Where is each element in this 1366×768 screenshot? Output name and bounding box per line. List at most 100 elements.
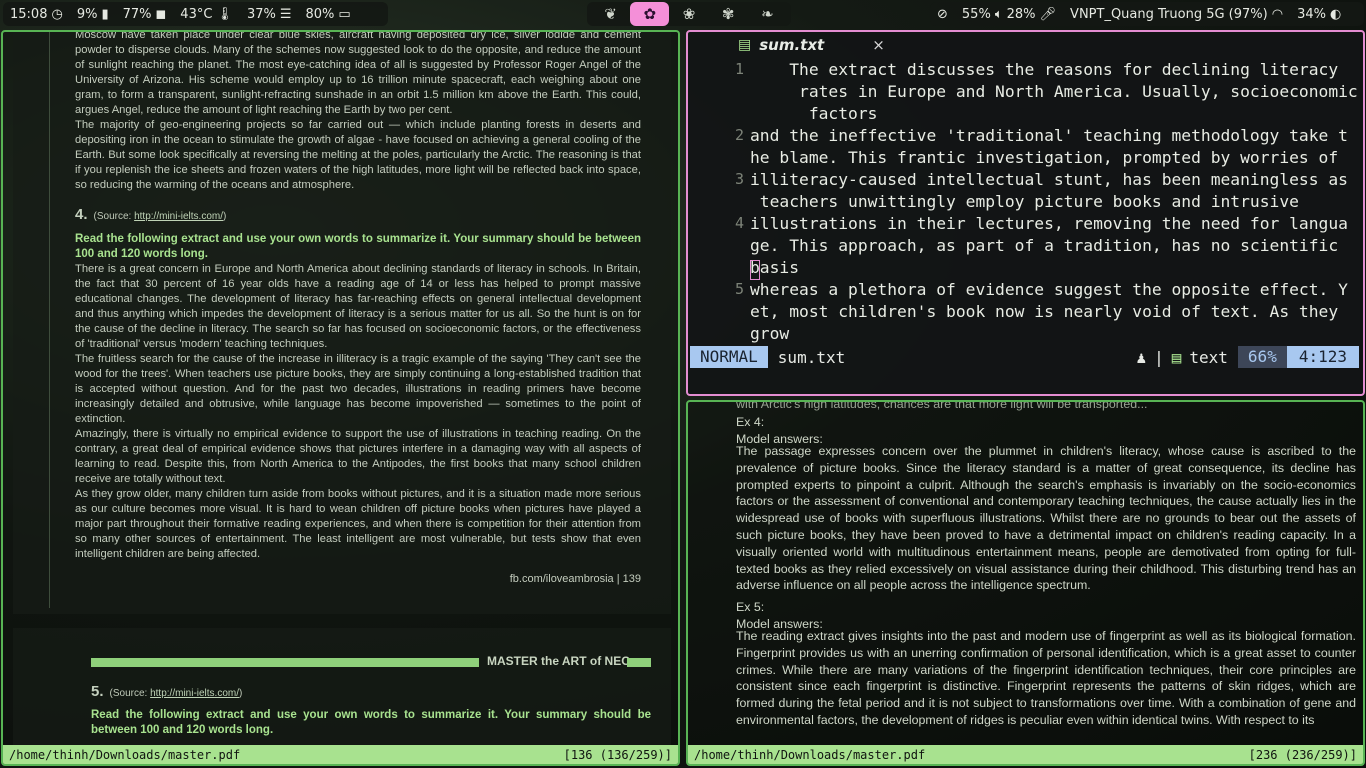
- source-label: (Source:: [109, 688, 151, 699]
- text-row: factors: [750, 104, 878, 123]
- partial-line: with Arctic's high latitudes, chances ar…: [736, 400, 1148, 411]
- page-footer: fb.com/iloveambrosia | 139: [509, 573, 641, 585]
- source-link[interactable]: http://mini-ielts.com/: [150, 688, 239, 699]
- source-label: (Source:: [93, 211, 135, 222]
- text-row: illustrations in their lectures, removin…: [750, 214, 1348, 233]
- cpu-icon: ▮: [101, 6, 109, 22]
- exercise-instruction: Read the following extract and use your …: [75, 233, 641, 260]
- wifi-widget[interactable]: VNPT_Quang Truong 5G (97%) ◠: [1070, 7, 1283, 22]
- ex5-answer: The reading extract gives insights into …: [736, 629, 1356, 727]
- text-row: whereas a plethora of evidence suggest t…: [750, 280, 1348, 299]
- exercise-number: 4.: [75, 206, 88, 223]
- text-row: he blame. This frantic investigation, pr…: [750, 148, 1339, 167]
- pdf-page-139: Moscow have taken place under clear blue…: [13, 30, 671, 614]
- wifi-icon: ◠: [1271, 6, 1284, 22]
- wifi-text: VNPT_Quang Truong 5G (97%): [1070, 6, 1268, 22]
- tray-group: ⊘ 55% 🔈︎ 28% 🎤︎ VNPT_Quang Truong 5G (97%) ◠…: [930, 2, 1364, 26]
- battery-icon: ▭: [338, 6, 351, 22]
- tab-sum-txt[interactable]: ▤ sum.txt ×: [738, 36, 885, 54]
- tab-label: sum.txt: [759, 36, 825, 54]
- brightness-icon: ◐: [1329, 6, 1342, 22]
- brightness-widget[interactable]: 34% ◐: [1297, 7, 1341, 22]
- exercise-5-heading: 5. (Source: http://mini-ielts.com/): [91, 684, 242, 701]
- memory-widget[interactable]: 77% ◼: [123, 7, 167, 22]
- page-header: MASTER the ART of NEC: [487, 654, 630, 668]
- text-row: illiteracy-caused intellectual stunt, ha…: [750, 170, 1348, 189]
- text-row: et, most children's book now is nearly v…: [750, 302, 1339, 321]
- temperature-text: 43°C: [180, 6, 213, 22]
- mic-text: 28%: [1006, 6, 1036, 22]
- clock-widget[interactable]: 15:08 ◷: [10, 7, 63, 22]
- disk-icon: ☰: [279, 6, 292, 22]
- speaker-icon: 🔈︎: [994, 6, 1003, 22]
- paragraph: There is a great concern in Europe and N…: [75, 263, 641, 350]
- text-row: ge. This approach, as part of a traditio…: [750, 236, 1339, 255]
- volume-widget[interactable]: 55% 🔈︎ 28% 🎤︎: [962, 7, 1056, 22]
- page-indicator: [236 (236/259)]: [1248, 747, 1357, 762]
- vim-editor[interactable]: ▤ sum.txt × 1 The extract discusses the …: [686, 30, 1365, 396]
- volume-text: 55%: [961, 6, 991, 22]
- clock-text: 15:08: [10, 6, 48, 22]
- temperature-widget[interactable]: 43°C 🌡︎: [180, 7, 233, 22]
- file-path: /home/thinh/Downloads/master.pdf: [694, 747, 926, 762]
- memory-icon: ◼: [155, 6, 167, 22]
- line-number: 2: [734, 126, 744, 144]
- workspace-5-sprout-icon[interactable]: ❧: [748, 2, 787, 26]
- paragraph: The fruitless search for the cause of th…: [75, 353, 641, 425]
- close-icon[interactable]: ×: [872, 36, 885, 54]
- workspace-3-flower-icon[interactable]: ❀: [669, 2, 708, 26]
- line-number: 5: [734, 280, 744, 298]
- disk-text: 37%: [246, 6, 276, 22]
- workspace-switcher: ❦ ✿ ❀ ✾ ❧: [587, 2, 791, 26]
- text-row: and the ineffective 'traditional' teachi…: [750, 126, 1348, 145]
- ex5-label: Ex 5:: [736, 600, 765, 614]
- paragraph: The majority of geo-engineering projects…: [75, 119, 641, 191]
- exercise-number: 5.: [91, 683, 104, 700]
- status-filename: sum.txt: [777, 347, 846, 367]
- top-bar: 15:08 ◷ 9% ▮ 77% ◼ 43°C 🌡︎ 37% ☰ 80% ▭ ❦ ✿ ❀ ✾…: [0, 0, 1366, 28]
- battery-text: 80%: [305, 6, 335, 22]
- text-row: teachers unwittingly employ picture book…: [750, 192, 1299, 211]
- source-end: ): [223, 211, 227, 222]
- clock-icon: ◷: [51, 6, 63, 22]
- idle-inhibit-widget[interactable]: ⊘: [937, 8, 948, 21]
- pdf-statusline: /home/thinh/Downloads/master.pdf [136 (1…: [3, 745, 678, 764]
- header-bar: [91, 658, 479, 667]
- paragraph: Moscow have taken place under clear blue…: [75, 30, 641, 116]
- source-link[interactable]: http://mini-ielts.com/: [134, 211, 223, 222]
- workspace-2-tulip-icon[interactable]: ✿: [630, 2, 670, 26]
- thermometer-icon: 🌡︎: [216, 6, 233, 22]
- file-icon: ▤: [738, 37, 752, 53]
- eye-off-icon: ⊘: [937, 6, 948, 22]
- file-path: /home/thinh/Downloads/master.pdf: [9, 747, 241, 762]
- disk-widget[interactable]: 37% ☰: [247, 7, 292, 22]
- ex4-label: Ex 4:: [736, 415, 765, 429]
- text-row: grow: [750, 324, 790, 343]
- ex4-answer: The passage expresses concern over the p…: [736, 444, 1356, 593]
- linux-icon: ♟: [1136, 347, 1147, 367]
- line-number: 3: [734, 170, 744, 188]
- cursor-position: 4:123: [1286, 346, 1359, 368]
- right-pdf-viewer[interactable]: with Arctic's high latitudes, chances ar…: [686, 400, 1365, 766]
- header-bar-end: [627, 658, 651, 667]
- workspace-4-rose-icon[interactable]: ✾: [709, 2, 748, 26]
- tabline: ▤ sum.txt ×: [688, 36, 1363, 58]
- exercise-4-heading: 4. (Source: http://mini-ielts.com/): [75, 207, 641, 224]
- workspace-1-leaf-icon[interactable]: ❦: [591, 2, 630, 26]
- cpu-widget[interactable]: 9% ▮: [77, 7, 109, 22]
- page-indicator: [136 (136/259)]: [563, 747, 672, 762]
- page-margin-line: [49, 32, 50, 608]
- system-stats-group: 15:08 ◷ 9% ▮ 77% ◼ 43°C 🌡︎ 37% ☰ 80% ▭: [3, 2, 388, 26]
- cpu-text: 9%: [76, 6, 98, 22]
- left-pdf-viewer[interactable]: Moscow have taken place under clear blue…: [1, 30, 680, 766]
- text-row: The extract discusses the reasons for de…: [750, 60, 1339, 79]
- text-row: rates in Europe and North America. Usual…: [750, 82, 1358, 101]
- filetype-icon: ▤: [1171, 347, 1182, 367]
- paragraph: As they grow older, many children turn a…: [75, 488, 641, 560]
- line-number: 4: [734, 214, 744, 232]
- separator: |: [1154, 347, 1164, 367]
- source-end: ): [239, 688, 243, 699]
- battery-widget[interactable]: 80% ▭: [306, 7, 351, 22]
- brightness-text: 34%: [1297, 6, 1326, 22]
- scroll-percent: 66%: [1237, 346, 1287, 368]
